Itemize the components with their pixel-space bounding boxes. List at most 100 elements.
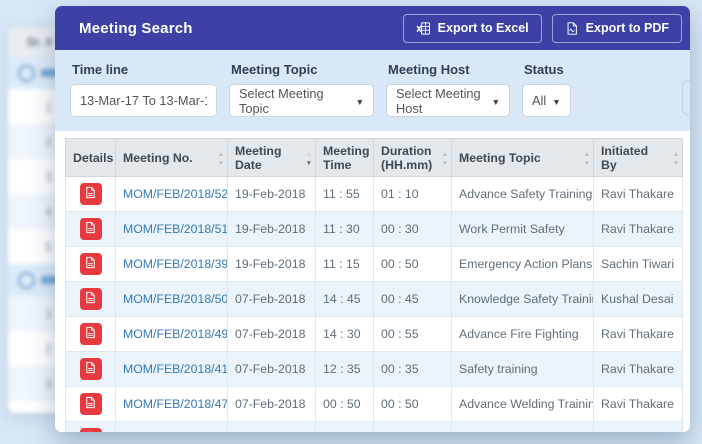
export-excel-label: Export to Excel [437,21,529,35]
pdf-file-icon [84,186,97,202]
details-pdf-button[interactable] [79,428,102,432]
meeting-date-cell: 07-Feb-2018 [227,386,316,422]
initiated-by-cell: Ravi Thakare [593,421,683,432]
duration-cell: 01 : 10 [373,176,452,212]
details-pdf-button[interactable] [79,218,102,240]
clipped-control [682,80,690,115]
meeting-no-link[interactable]: MOM/FEB/2018/51 [123,222,227,236]
modal-header: Meeting Search Export to Excel Export to… [55,6,690,50]
sort-icon[interactable] [442,149,448,167]
duration-cell: 00 : 35 [373,421,452,432]
table-row: MOM/FEB/2018/39 19-Feb-2018 11 : 15 00 :… [65,246,683,282]
meeting-no-link[interactable]: MOM/FEB/2018/49 [123,327,227,341]
sort-icon[interactable] [673,149,679,167]
meeting-time-cell: 11 : 30 [315,211,374,247]
meeting-time-cell: 12 : 35 [315,351,374,387]
initiated-by-cell: Ravi Thakare [593,316,683,352]
meeting-date-cell: 07-Feb-2018 [227,351,316,387]
column-header-meeting-time[interactable]: Meeting Time [315,138,374,177]
filter-group: Meeting Topic Select Meeting Topic [229,60,374,117]
details-pdf-button[interactable] [79,393,102,415]
column-header-meeting-topic[interactable]: Meeting Topic [451,138,594,177]
meeting-time-cell: 14 : 45 [315,281,374,317]
filter-label: Meeting Topic [231,62,318,77]
details-pdf-button[interactable] [79,358,102,380]
duration-cell: 00 : 50 [373,246,452,282]
meeting-no-link[interactable]: MOM/FEB/2018/39 [123,257,227,271]
meeting-date-cell: 07-Feb-2018 [227,316,316,352]
initiated-by-cell: Kushal Desai [593,281,683,317]
meeting-date-cell: 19-Feb-2018 [227,246,316,282]
meeting-time-cell: 00 : 50 [315,386,374,422]
table-row: MOM/FEB/2018/49 07-Feb-2018 14 : 30 00 :… [65,316,683,352]
table-row: MOM/FEB/2018/41 07-Feb-2018 12 : 35 00 :… [65,351,683,387]
table-row: MOM/FEB/2018/52 19-Feb-2018 11 : 55 01 :… [65,176,683,212]
meeting-no-link[interactable]: MOM/FEB/2018/50 [123,292,227,306]
sort-icon[interactable] [306,149,312,167]
column-header-initiated-by[interactable]: Initiated By [593,138,683,177]
meeting-topic-cell: Knowledge Safety Training [451,281,594,317]
collapse-icon [18,271,35,289]
export-pdf-label: Export to PDF [585,21,669,35]
filter-label: Time line [72,62,129,77]
status-select[interactable]: All [522,84,571,117]
duration-cell: 00 : 35 [373,351,452,387]
meeting-date-cell: 19-Feb-2018 [227,176,316,212]
sort-icon[interactable] [584,149,590,167]
duration-cell: 00 : 30 [373,211,452,247]
initiated-by-cell: Ravi Thakare [593,211,683,247]
selected-value: All [532,93,547,108]
filters-bar: Time line Meeting Topic Select Meeting T… [55,50,690,131]
details-pdf-button[interactable] [79,323,102,345]
table-row: MOM/FEB/2018/43 07-Feb-2018 19 : 02 00 :… [65,421,683,432]
pdf-file-icon [84,326,97,342]
meeting-date-cell: 07-Feb-2018 [227,281,316,317]
column-header-meeting-date[interactable]: Meeting Date [227,138,316,177]
export-excel-button[interactable]: Export to Excel [402,13,542,43]
modal-title: Meeting Search [79,19,193,37]
pdf-file-icon [84,361,97,377]
filter-group: Time line [70,60,217,117]
meeting-no-link[interactable]: MOM/FEB/2018/47 [123,397,227,411]
collapse-icon [18,64,35,82]
meeting-date-cell: 19-Feb-2018 [227,211,316,247]
meeting-time-cell: 14 : 30 [315,316,374,352]
meeting-topic-cell: Advance Welding Training [451,386,594,422]
meeting-no-link[interactable]: MOM/FEB/2018/52 [123,187,227,201]
details-pdf-button[interactable] [79,183,102,205]
sort-icon[interactable] [218,149,224,167]
table-row: MOM/FEB/2018/47 07-Feb-2018 00 : 50 00 :… [65,386,683,422]
selected-value: Select Meeting Topic [239,85,324,116]
timeline-input[interactable] [70,84,217,117]
meeting-topic-cell: Advance Fire Fighting [451,316,594,352]
excel-icon [416,21,431,36]
column-header-meeting-no[interactable]: Meeting No. [115,138,228,177]
meeting-topic-select[interactable]: Select Meeting Topic [229,84,374,117]
details-pdf-button[interactable] [79,288,102,310]
meeting-topic-cell: Safety training [451,351,594,387]
filter-group: Meeting Host Select Meeting Host [386,60,510,117]
selected-value: Select Meeting Host [396,85,481,116]
pdf-file-icon [84,431,97,432]
pdf-icon [565,21,579,36]
chevron-down-icon [552,93,560,108]
meeting-host-select[interactable]: Select Meeting Host [386,84,510,117]
meeting-topic-cell: Advance Safety Training [451,176,594,212]
pdf-file-icon [84,396,97,412]
filter-label: Meeting Host [388,62,470,77]
duration-cell: 00 : 45 [373,281,452,317]
export-pdf-button[interactable]: Export to PDF [551,13,682,43]
column-header-duration-hh-mm[interactable]: Duration (HH.mm) [373,138,452,177]
meetings-table: Details Meeting No. Meeting Date Meeting… [65,138,683,432]
chevron-down-icon [492,93,500,108]
meeting-date-cell: 07-Feb-2018 [227,421,316,432]
meeting-search-modal: Meeting Search Export to Excel Export to… [55,6,690,432]
meeting-time-cell: 11 : 15 [315,246,374,282]
table-row: MOM/FEB/2018/50 07-Feb-2018 14 : 45 00 :… [65,281,683,317]
meeting-no-link[interactable]: MOM/FEB/2018/41 [123,362,227,376]
details-pdf-button[interactable] [79,253,102,275]
filter-group: Status All [522,60,571,117]
initiated-by-cell: Ravi Thakare [593,351,683,387]
column-header-details[interactable]: Details [65,138,116,177]
results-table-area: Details Meeting No. Meeting Date Meeting… [55,131,690,432]
